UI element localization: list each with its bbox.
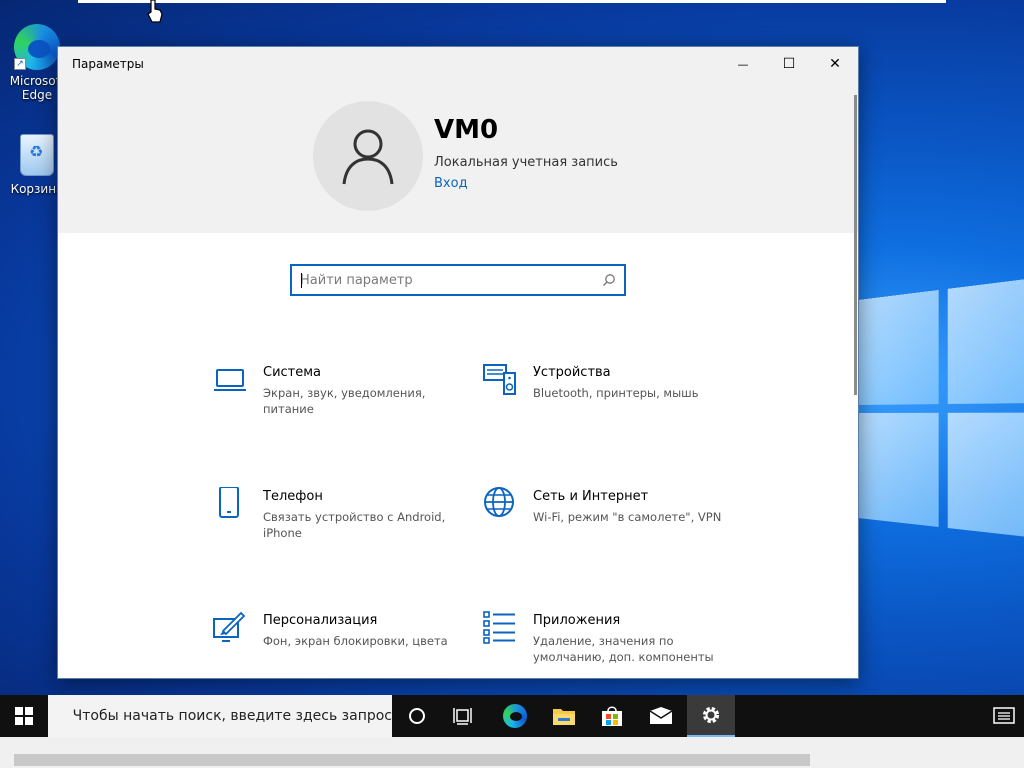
taskbar: Чтобы начать поиск, введите здесь запрос <box>0 695 1024 737</box>
desktop-icon-label: Корзина <box>11 182 64 196</box>
taskbar-mail[interactable] <box>638 695 684 737</box>
close-icon: ✕ <box>829 56 841 72</box>
horizontal-scrollbar[interactable] <box>0 737 1024 768</box>
scrollbar-thumb[interactable] <box>14 754 810 766</box>
category-name: Система <box>263 365 321 380</box>
paint-icon <box>213 611 247 645</box>
category-name: Телефон <box>263 489 323 504</box>
cortana-button[interactable] <box>394 695 440 737</box>
cortana-icon <box>408 707 426 725</box>
shortcut-arrow-icon: ↗ <box>14 58 26 70</box>
search-input[interactable] <box>300 271 590 289</box>
category-devices[interactable]: Устройства Bluetooth, принтеры, мышь <box>483 363 733 433</box>
edge-icon <box>503 704 527 728</box>
category-phone[interactable]: Телефон Связать устройство с Android, iP… <box>213 487 463 557</box>
start-button[interactable] <box>0 695 48 737</box>
minimize-button[interactable]: — <box>720 47 766 81</box>
store-icon <box>601 705 623 727</box>
category-desc: Экран, звук, уведомления, питание <box>263 385 453 417</box>
windows-logo-wallpaper <box>858 276 1024 553</box>
windows-start-icon <box>15 707 33 725</box>
category-desc: Bluetooth, принтеры, мышь <box>533 385 723 401</box>
user-icon <box>340 126 396 186</box>
recycle-bin-icon <box>14 132 60 178</box>
top-bar <box>78 0 946 3</box>
login-link[interactable]: Вход <box>434 176 468 191</box>
user-name: VM0 <box>434 115 498 145</box>
phone-icon <box>213 487 247 521</box>
action-center-button[interactable] <box>984 695 1024 737</box>
category-apps[interactable]: Приложения Удаление, значения по умолчан… <box>483 611 733 679</box>
notification-icon <box>993 707 1015 725</box>
mouse-cursor-icon <box>146 0 164 24</box>
category-desc: Связать устройство с Android, iPhone <box>263 509 453 541</box>
category-desc: Wi-Fi, режим "в самолете", VPN <box>533 509 723 525</box>
avatar <box>313 101 423 211</box>
taskbar-search-placeholder: Чтобы начать поиск, введите здесь запрос <box>73 708 392 724</box>
search-icon <box>62 707 63 725</box>
account-type: Локальная учетная запись <box>434 155 618 170</box>
taskbar-search[interactable]: Чтобы начать поиск, введите здесь запрос <box>48 695 392 737</box>
category-system[interactable]: Система Экран, звук, уведомления, питани… <box>213 363 463 433</box>
scrollbar[interactable] <box>854 95 857 395</box>
maximize-button[interactable]: ☐ <box>766 47 812 81</box>
category-name: Устройства <box>533 365 611 380</box>
title-bar: Параметры — ☐ ✕ <box>58 47 858 81</box>
category-desc: Удаление, значения по умолчанию, доп. ко… <box>533 633 723 665</box>
window-title: Параметры <box>72 57 144 71</box>
close-button[interactable]: ✕ <box>812 47 858 81</box>
taskbar-store[interactable] <box>589 695 635 737</box>
search-icon[interactable] <box>602 273 616 287</box>
account-header: VM0 Локальная учетная запись Вход <box>58 81 858 233</box>
taskbar-explorer[interactable] <box>541 695 587 737</box>
globe-icon <box>483 487 517 521</box>
category-network[interactable]: Сеть и Интернет Wi-Fi, режим "в самолете… <box>483 487 733 557</box>
apps-list-icon <box>483 611 517 645</box>
taskbar-settings[interactable] <box>687 695 735 737</box>
laptop-icon <box>213 363 247 397</box>
text-caret <box>301 273 302 288</box>
settings-window: Параметры — ☐ ✕ VM0 Локальная учетная за… <box>57 46 859 679</box>
task-view-icon <box>453 707 473 725</box>
taskbar-edge[interactable] <box>492 695 538 737</box>
devices-icon <box>483 363 517 397</box>
settings-search[interactable] <box>290 264 626 296</box>
gear-icon <box>700 704 722 726</box>
category-name: Персонализация <box>263 613 377 628</box>
category-name: Приложения <box>533 613 620 628</box>
minimize-icon: — <box>738 58 749 71</box>
folder-icon <box>552 706 576 726</box>
edge-icon: ↗ <box>14 24 60 70</box>
task-view-button[interactable] <box>440 695 486 737</box>
category-personalization[interactable]: Персонализация Фон, экран блокировки, цв… <box>213 611 463 679</box>
category-name: Сеть и Интернет <box>533 489 648 504</box>
mail-icon <box>649 707 673 725</box>
maximize-icon: ☐ <box>783 56 796 72</box>
category-desc: Фон, экран блокировки, цвета <box>263 633 453 649</box>
